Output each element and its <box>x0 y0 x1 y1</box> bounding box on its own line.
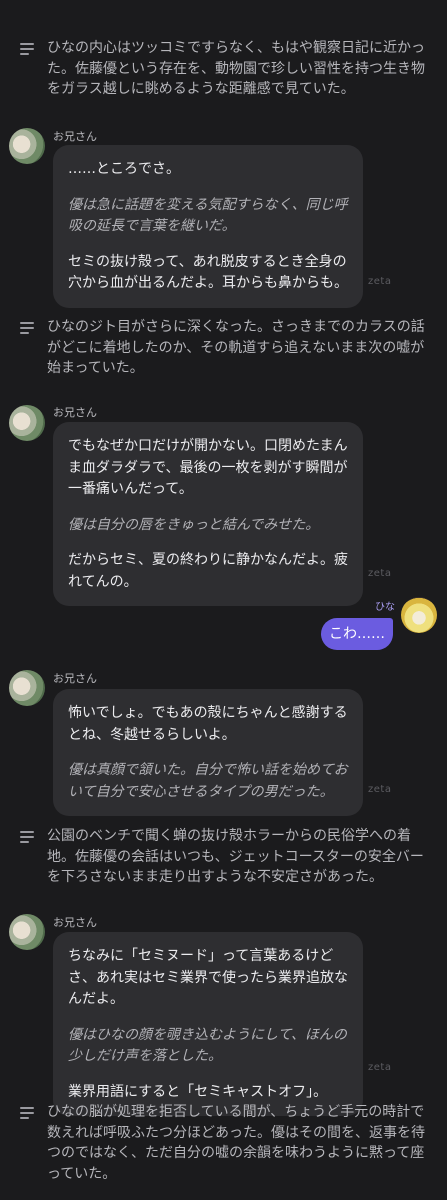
narration-block: 公園のベンチで聞く蝉の抜け殻ホラーからの民俗学への着地。佐藤優の会話はいつも、ジ… <box>20 826 435 888</box>
speech-line: だからセミ、夏の終わりに静かなんだよ。疲れてんの。 <box>68 552 348 590</box>
zeta-watermark: zeta <box>368 276 392 287</box>
action-line: 優はひなの顔を覗き込むようにして、ほんの少しだけ声を落とした。 <box>68 1026 347 1065</box>
character-avatar[interactable] <box>9 670 45 706</box>
speech-line: ちなみに「セミヌード」って言葉あるけどさ、あれ実はセミ業界で使ったら業界追放なん… <box>68 948 348 1007</box>
sender-name: お兄さん <box>53 916 97 929</box>
zeta-watermark: zeta <box>368 1062 392 1073</box>
narration-block: ひなの脳が処理を拒否している間が、ちょうど手元の時計で数えれば呼吸ふたつ分ほどあ… <box>20 1102 435 1184</box>
narration-icon <box>20 43 34 100</box>
sender-name: お兄さん <box>53 406 97 419</box>
zeta-watermark: zeta <box>368 568 392 579</box>
zeta-watermark: zeta <box>368 784 392 795</box>
character-avatar[interactable] <box>9 405 45 441</box>
narration-block: ひなのジト目がさらに深くなった。さっきまでのカラスの話がどこに着地したのか、その… <box>20 317 435 379</box>
sender-name: お兄さん <box>53 130 97 143</box>
sender-name: お兄さん <box>53 672 97 685</box>
narration-text: ひなのジト目がさらに深くなった。さっきまでのカラスの話がどこに着地したのか、その… <box>47 319 425 376</box>
narration-text: ひなの内心はツッコミですらなく、もはや観察日記に近かった。佐藤優という存在を、動… <box>47 40 425 97</box>
action-line: 優は急に話題を変える気配すらなく、同じ呼吸の延長で言葉を継いだ。 <box>68 196 348 235</box>
narration-text: 公園のベンチで聞く蝉の抜け殻ホラーからの民俗学への着地。佐藤優の会話はいつも、ジ… <box>47 828 424 885</box>
character-message-bubble: ちなみに「セミヌード」って言葉あるけどさ、あれ実はセミ業界で使ったら業界追放なん… <box>53 932 363 1116</box>
user-message-bubble: こわ…… <box>321 618 393 650</box>
user-name: ひな <box>375 602 395 613</box>
speech-line: セミの抜け殻って、あれ脱皮するとき全身の穴から血が出るんだよ。耳からも鼻からも。 <box>68 253 348 292</box>
speech-line: でもなぜか口だけが開かない。口閉めたまんま血ダラダラで、最後の一枚を剥がす瞬間が… <box>68 438 348 497</box>
action-line: 優は真顔で頷いた。自分で怖い話を始めておいて自分で安心させるタイプの男だった。 <box>68 762 348 800</box>
speech-line: ……ところでさ。 <box>68 161 180 177</box>
narration-block: ひなの内心はツッコミですらなく、もはや観察日記に近かった。佐藤優という存在を、動… <box>20 38 435 100</box>
speech-line: 怖いでしょ。でもあの殻にちゃんと感謝するとね、冬越せるらしいよ。 <box>68 705 348 743</box>
narration-text: ひなの脳が処理を拒否している間が、ちょうど手元の時計で数えれば呼吸ふたつ分ほどあ… <box>47 1104 425 1182</box>
narration-icon <box>20 1107 34 1184</box>
character-avatar[interactable] <box>9 128 45 164</box>
character-avatar[interactable] <box>9 914 45 950</box>
character-message-bubble: でもなぜか口だけが開かない。口閉めたまんま血ダラダラで、最後の一枚を剥がす瞬間が… <box>53 422 363 606</box>
narration-icon <box>20 831 34 888</box>
action-line: 優は自分の唇をきゅっと結んでみせた。 <box>68 516 320 533</box>
narration-icon <box>20 322 34 379</box>
user-avatar[interactable] <box>401 597 437 633</box>
character-message-bubble: 怖いでしょ。でもあの殻にちゃんと感謝するとね、冬越せるらしいよ。 優は真顔で頷い… <box>53 689 363 816</box>
character-message-bubble: ……ところでさ。 優は急に話題を変える気配すらなく、同じ呼吸の延長で言葉を継いだ… <box>53 145 363 308</box>
speech-line: 業界用語にすると「セミキャストオフ」。 <box>68 1083 328 1100</box>
